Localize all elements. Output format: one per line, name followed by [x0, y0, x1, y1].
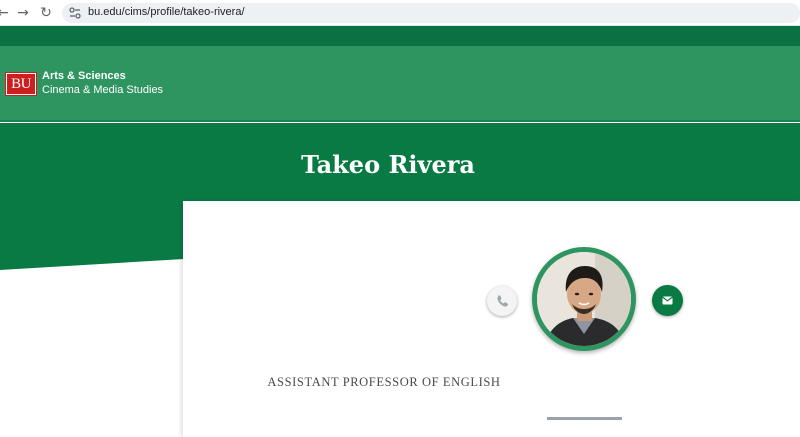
section-divider — [547, 417, 622, 420]
profile-photo — [537, 252, 631, 346]
portrait-image — [537, 252, 631, 346]
email-button[interactable] — [652, 285, 683, 316]
utility-bar — [0, 26, 800, 46]
url-text[interactable]: bu.edu/cims/profile/takeo-rivera/ — [88, 6, 245, 18]
phone-button[interactable] — [487, 286, 517, 316]
bu-logo[interactable]: BU — [5, 72, 37, 96]
forward-arrow-icon[interactable]: → — [14, 4, 32, 22]
department-name[interactable]: Cinema & Media Studies — [42, 84, 163, 96]
reload-icon[interactable]: ↻ — [37, 4, 55, 22]
profile-name: Takeo Rivera — [301, 150, 475, 179]
site-header: BU Arts & Sciences Cinema & Media Studie… — [0, 46, 800, 122]
browser-toolbar: ← → ↻ bu.edu/cims/profile/takeo-rivera/ — [0, 0, 800, 26]
phone-icon — [497, 295, 508, 307]
profile-card — [183, 201, 800, 437]
college-name[interactable]: Arts & Sciences — [42, 70, 126, 82]
profile-role: ASSISTANT PROFESSOR OF ENGLISH — [267, 375, 501, 389]
address-bar[interactable]: bu.edu/cims/profile/takeo-rivera/ — [62, 3, 800, 23]
back-arrow-icon[interactable]: ← — [0, 4, 12, 22]
email-icon — [662, 296, 673, 305]
site-settings-icon[interactable] — [68, 6, 82, 20]
